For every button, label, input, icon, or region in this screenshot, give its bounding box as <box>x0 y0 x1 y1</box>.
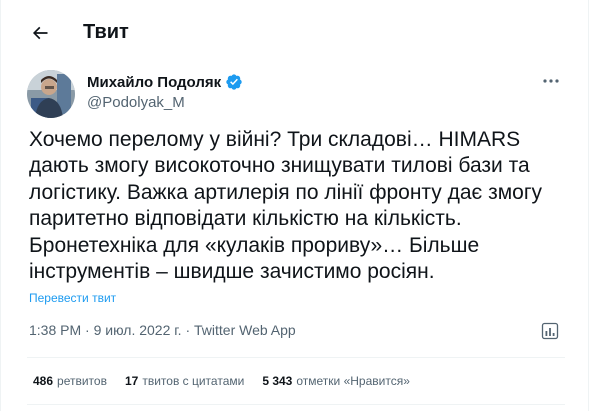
likes-label: отметки «Нравится» <box>296 374 410 388</box>
author-name[interactable]: Михайло Подоляк <box>87 74 221 91</box>
tweet-date[interactable]: 9 июл. 2022 г. <box>94 322 182 338</box>
translate-tweet-link[interactable]: Перевести твит <box>29 291 116 305</box>
tweet-source[interactable]: Twitter Web App <box>194 322 296 338</box>
arrow-left-icon <box>32 26 48 40</box>
quotes-count: 17 <box>124 374 139 388</box>
more-dots-icon <box>543 79 559 83</box>
back-button[interactable] <box>23 16 57 50</box>
analytics-icon <box>541 322 559 340</box>
avatar-image <box>27 70 75 118</box>
tweet-stats: 486 ретвитов 17 твитов с цитатами 5 343 … <box>33 372 428 390</box>
header: Твит <box>1 0 589 58</box>
avatar[interactable] <box>27 70 75 118</box>
tweet-meta: 1:38 PM · 9 июл. 2022 г. · Twitter Web A… <box>29 321 296 339</box>
tweet-time[interactable]: 1:38 PM <box>29 322 81 338</box>
meta-separator: · <box>85 322 90 338</box>
quotes-label: твитов с цитатами <box>142 374 245 388</box>
author-handle[interactable]: @Podolyak_M <box>87 94 243 112</box>
page-title: Твит <box>83 21 129 43</box>
tweet-text: Хочемо перелому у війні? Три складові… H… <box>29 128 543 284</box>
retweets-count: 486 <box>33 374 54 388</box>
author-block: Михайло Подоляк @Podolyak_M <box>87 72 243 112</box>
divider <box>27 357 565 358</box>
analytics-button[interactable] <box>539 320 561 342</box>
likes-count: 5 343 <box>262 374 293 388</box>
verified-badge-icon <box>225 73 243 91</box>
retweets-stat[interactable]: 486 ретвитов <box>33 373 107 389</box>
tweet-page: Твит Михайло Подоляк @Podolyak_M Хочемо … <box>0 0 589 411</box>
quotes-stat[interactable]: 17 твитов с цитатами <box>125 373 244 389</box>
meta-separator: · <box>185 322 191 338</box>
likes-stat[interactable]: 5 343 отметки «Нравится» <box>262 373 410 389</box>
more-options-button[interactable] <box>537 70 565 92</box>
retweets-label: ретвитов <box>57 374 107 388</box>
divider <box>27 404 565 405</box>
